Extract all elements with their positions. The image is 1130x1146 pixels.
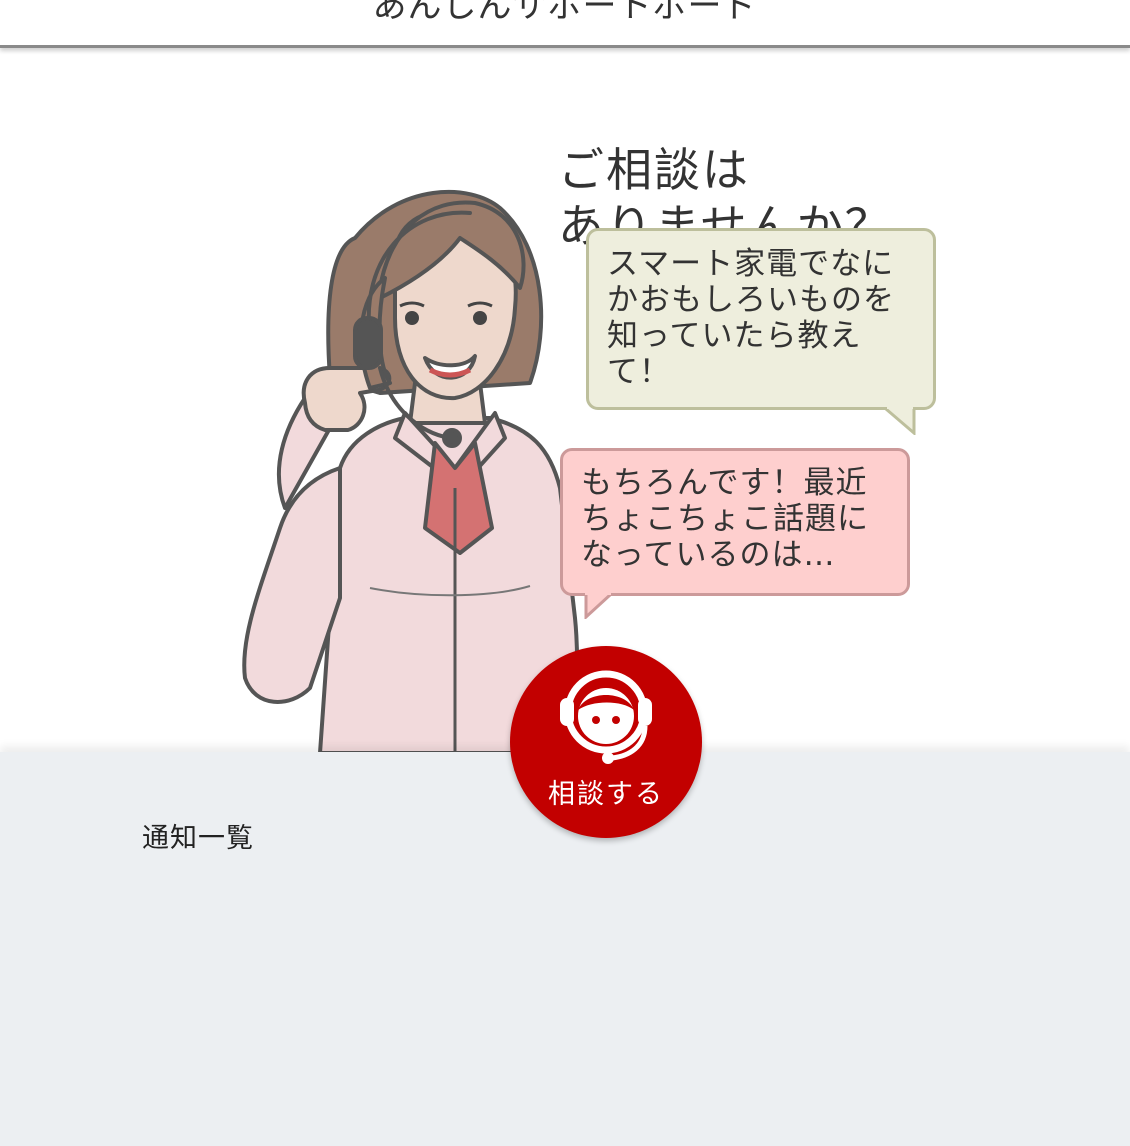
consult-button[interactable]: 相談する xyxy=(510,646,702,838)
bubble-line: ちょこちょこ話題に xyxy=(581,501,869,537)
bubble-line: かおもしろいものを xyxy=(607,282,895,318)
bubble-line: スマート家電でなに xyxy=(607,246,895,282)
user-bubble-tail xyxy=(885,407,916,435)
app-header: あんしんサポートボード xyxy=(0,0,1130,48)
agent-bubble-tail xyxy=(584,593,612,619)
bubble-line: 知っていたら教え xyxy=(607,318,862,354)
user-speech-bubble: スマート家電でなに かおもしろいものを 知っていたら教え て！ xyxy=(586,228,936,410)
bubble-line: もちろんです！最近 xyxy=(581,465,868,501)
bubble-line: なっているのは… xyxy=(581,537,836,573)
agent-speech-bubble: もちろんです！最近 ちょこちょこ話題に なっているのは… xyxy=(560,448,910,596)
operator-headset-icon xyxy=(560,670,652,764)
app-title: あんしんサポートボード xyxy=(372,0,758,26)
question-line: ご相談は xyxy=(558,143,750,197)
notification-list-title: 通知一覧 xyxy=(142,823,254,854)
consult-button-label: 相談する xyxy=(548,779,664,810)
bubble-line: て！ xyxy=(607,354,671,390)
hero-section: ご相談は ありませんか？ スマート家電でなに かおもしろいものを 知っていたら教… xyxy=(0,48,1130,752)
